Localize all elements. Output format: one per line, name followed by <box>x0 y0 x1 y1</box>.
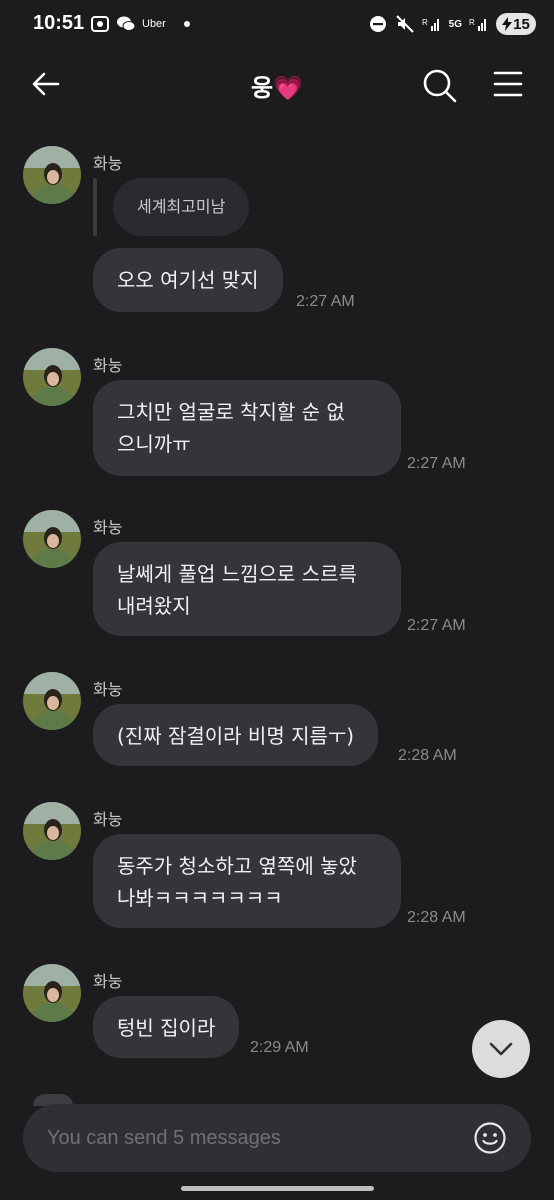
chat-screen: 10:51 Uber R 5G R 15 웅💗 화눙 세계최고미남 오오 여기선… <box>0 0 554 1200</box>
status-time: 10:51 <box>33 12 85 34</box>
sender-name: 화눙 <box>93 356 123 375</box>
scroll-to-bottom-button[interactable] <box>472 1020 530 1078</box>
message-bubble[interactable]: 날쎄게 풀업 느낌으로 스르륵 내려왔지 <box>93 542 401 636</box>
sender-name: 화눙 <box>93 680 123 699</box>
reply-quote[interactable]: 세계최고미남 <box>113 178 250 236</box>
message-time: 2:27 AM <box>407 617 466 634</box>
uber-app-label: Uber <box>142 18 166 30</box>
mute-icon <box>395 15 414 33</box>
reply-indicator <box>93 178 97 236</box>
message-bubble[interactable]: 텅빈 집이라 <box>93 996 240 1058</box>
message-input-bar <box>23 1104 531 1172</box>
message-bubble[interactable]: 그치만 얼굴로 착지할 순 없 으니까ㅠ <box>93 380 401 476</box>
dnd-icon <box>369 16 386 32</box>
sender-name: 화눙 <box>93 518 123 537</box>
avatar[interactable] <box>23 146 81 204</box>
message-input[interactable] <box>47 1104 467 1172</box>
message-time: 2:29 AM <box>250 1039 309 1056</box>
screenshot-icon <box>91 16 109 32</box>
status-bar: 10:51 Uber R 5G R 15 <box>0 0 554 52</box>
message-time: 2:27 AM <box>407 455 466 472</box>
sender-name: 화눙 <box>93 154 123 173</box>
chevron-down-icon <box>489 1042 513 1056</box>
message-time: 2:28 AM <box>398 747 457 764</box>
signal-icon: R <box>422 18 439 31</box>
avatar[interactable] <box>23 348 81 406</box>
message-time: 2:27 AM <box>296 293 355 310</box>
message-bubble[interactable]: (진짜 잠결이라 비명 지름ㅜ) <box>93 704 379 766</box>
avatar[interactable] <box>23 672 81 730</box>
svg-text:R: R <box>422 18 428 27</box>
message-bubble[interactable]: 동주가 청소하고 옆쪽에 놓았 나봐ㅋㅋㅋㅋㅋㅋㅋ <box>93 834 401 928</box>
emoji-icon[interactable] <box>473 1121 507 1155</box>
avatar[interactable] <box>23 964 81 1022</box>
message-bubble[interactable]: 오오 여기선 맞지 <box>93 248 283 312</box>
search-icon[interactable] <box>420 66 458 104</box>
network-type: 5G <box>448 18 462 30</box>
sender-name: 화눙 <box>93 972 123 991</box>
notification-icons: Uber <box>90 14 190 34</box>
system-icons: R 5G R 15 <box>368 13 536 35</box>
chat-header: 웅💗 <box>0 52 554 116</box>
menu-icon[interactable] <box>492 68 524 100</box>
wechat-icon <box>117 16 136 31</box>
signal-2-icon: R <box>469 18 486 31</box>
chat-title[interactable]: 웅💗 <box>0 68 554 103</box>
message-time: 2:28 AM <box>407 909 466 926</box>
battery-level: 15 <box>513 15 530 33</box>
battery-indicator: 15 <box>496 13 536 35</box>
svg-text:R: R <box>469 18 475 27</box>
avatar[interactable] <box>23 510 81 568</box>
sender-name: 화눙 <box>93 810 123 829</box>
avatar[interactable] <box>23 802 81 860</box>
charging-icon <box>502 17 513 31</box>
more-notifications-dot <box>183 21 190 27</box>
home-indicator[interactable] <box>181 1186 374 1191</box>
